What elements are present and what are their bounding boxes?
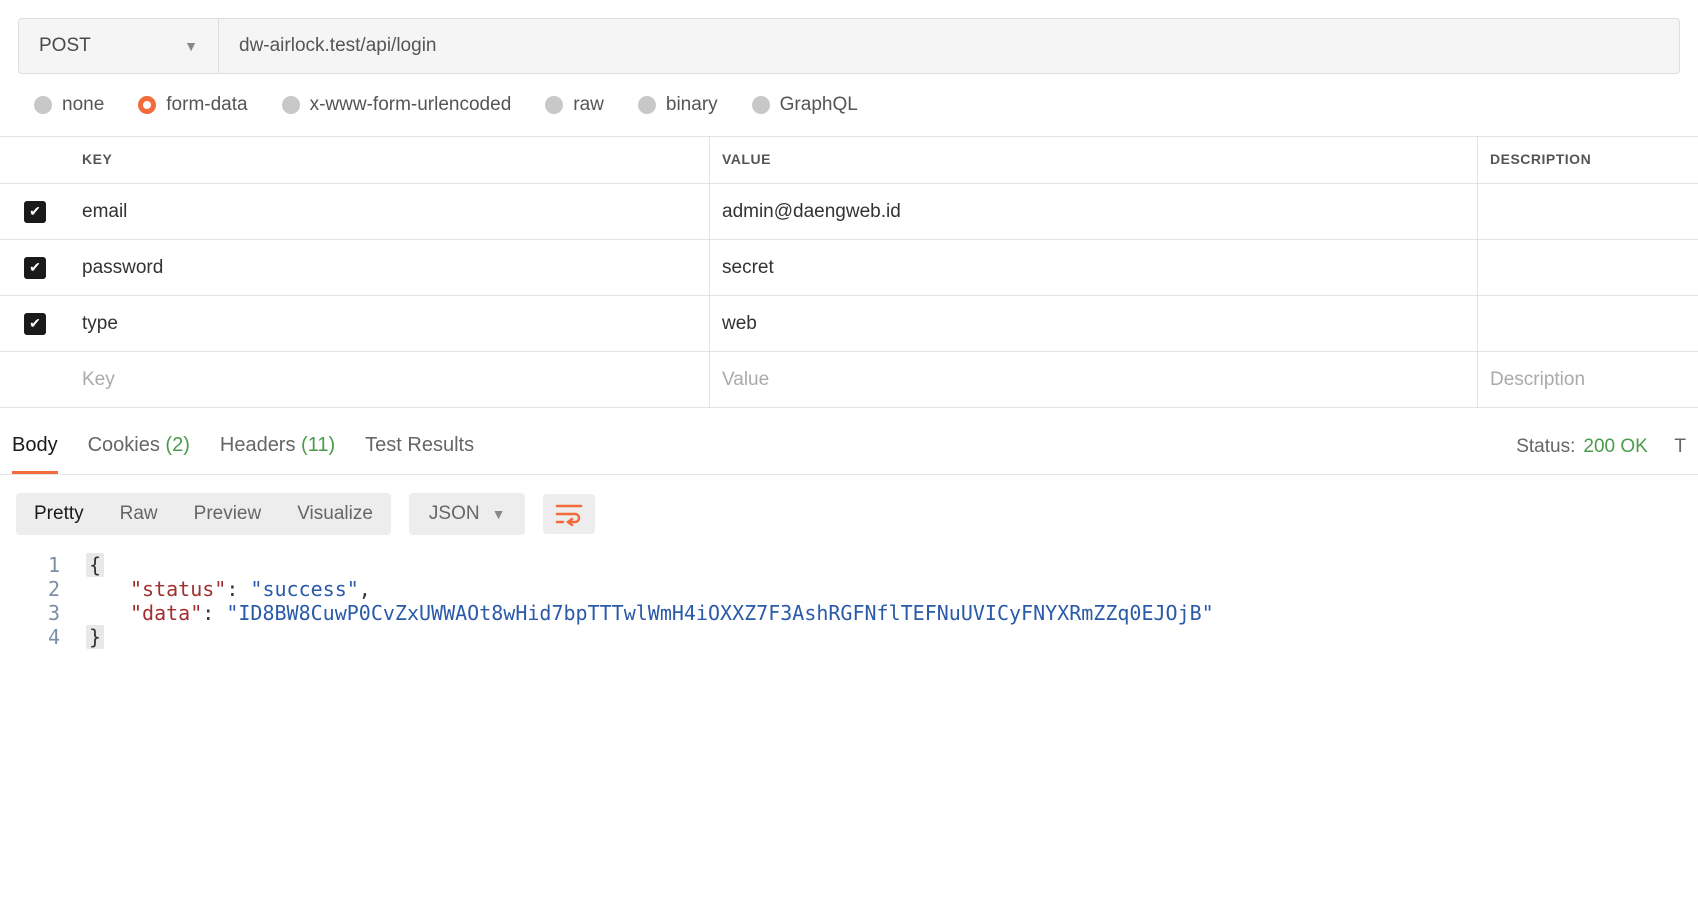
- key-placeholder[interactable]: Key: [70, 352, 710, 407]
- checkbox-icon[interactable]: ✔: [24, 313, 46, 335]
- checkbox-icon[interactable]: ✔: [24, 257, 46, 279]
- header-value: VALUE: [722, 151, 771, 167]
- response-body[interactable]: 1{2"status": "success",3"data": "ID8BW8C…: [0, 553, 1698, 669]
- body-type-raw[interactable]: raw: [545, 94, 604, 116]
- radio-icon: [638, 96, 656, 114]
- param-value[interactable]: admin@daengweb.id: [710, 184, 1478, 239]
- method-select[interactable]: POST ▼: [19, 19, 219, 73]
- radio-label: x-www-form-urlencoded: [310, 94, 512, 116]
- tab-cookies[interactable]: Cookies (2): [88, 430, 190, 474]
- format-select[interactable]: JSON ▼: [409, 493, 526, 535]
- param-desc[interactable]: [1478, 240, 1698, 295]
- desc-placeholder[interactable]: Description: [1478, 352, 1698, 407]
- param-key[interactable]: email: [70, 184, 710, 239]
- view-mode-pretty[interactable]: Pretty: [16, 493, 102, 535]
- request-bar: POST ▼: [18, 18, 1680, 74]
- radio-icon: [138, 96, 156, 114]
- code-line: 1{: [16, 553, 1682, 577]
- params-row[interactable]: ✔ type web: [0, 296, 1698, 352]
- header-key: KEY: [82, 151, 112, 167]
- radio-label: GraphQL: [780, 94, 858, 116]
- url-input[interactable]: [219, 19, 1679, 73]
- params-header-row: KEY VALUE DESCRIPTION: [0, 137, 1698, 184]
- param-desc[interactable]: [1478, 296, 1698, 351]
- body-type-GraphQL[interactable]: GraphQL: [752, 94, 858, 116]
- tab-headers[interactable]: Headers (11): [220, 430, 335, 474]
- param-key[interactable]: password: [70, 240, 710, 295]
- view-mode-visualize[interactable]: Visualize: [279, 493, 391, 535]
- body-type-none[interactable]: none: [34, 94, 104, 116]
- code-line: 3"data": "ID8BW8CuwP0CvZxUWWAOt8wHid7bpT…: [16, 601, 1682, 625]
- param-value[interactable]: web: [710, 296, 1478, 351]
- value-placeholder[interactable]: Value: [710, 352, 1478, 407]
- view-mode-raw[interactable]: Raw: [102, 493, 176, 535]
- view-mode-preview[interactable]: Preview: [176, 493, 280, 535]
- radio-icon: [752, 96, 770, 114]
- params-row[interactable]: ✔ password secret: [0, 240, 1698, 296]
- status-area: Status: 200 OK T: [1516, 436, 1686, 468]
- response-tabs: Body Cookies (2) Headers (11) Test Resul…: [0, 416, 1698, 475]
- body-type-x-www-form-urlencoded[interactable]: x-www-form-urlencoded: [282, 94, 512, 116]
- radio-icon: [282, 96, 300, 114]
- code-line: 4}: [16, 625, 1682, 649]
- view-mode-segment: PrettyRawPreviewVisualize: [16, 493, 391, 535]
- status-code: 200 OK: [1583, 436, 1647, 458]
- status-label: Status:: [1516, 436, 1575, 458]
- param-key[interactable]: type: [70, 296, 710, 351]
- radio-label: form-data: [166, 94, 247, 116]
- radio-label: binary: [666, 94, 718, 116]
- response-toolbar: PrettyRawPreviewVisualize JSON ▼: [0, 475, 1698, 553]
- params-row[interactable]: ✔ email admin@daengweb.id: [0, 184, 1698, 240]
- params-row-placeholder[interactable]: Key Value Description: [0, 352, 1698, 408]
- checkbox-icon[interactable]: ✔: [24, 201, 46, 223]
- tab-test-results[interactable]: Test Results: [365, 430, 474, 474]
- radio-icon: [34, 96, 52, 114]
- wrap-icon: [555, 502, 583, 526]
- radio-icon: [545, 96, 563, 114]
- body-type-radios: none form-data x-www-form-urlencoded raw bin…: [0, 74, 1698, 136]
- tab-body[interactable]: Body: [12, 430, 58, 474]
- params-table: KEY VALUE DESCRIPTION ✔ email admin@daen…: [0, 136, 1698, 408]
- body-type-binary[interactable]: binary: [638, 94, 718, 116]
- radio-label: none: [62, 94, 104, 116]
- radio-label: raw: [573, 94, 604, 116]
- chevron-down-icon: ▼: [184, 38, 198, 54]
- param-value[interactable]: secret: [710, 240, 1478, 295]
- status-trail: T: [1674, 436, 1686, 458]
- header-desc: DESCRIPTION: [1490, 151, 1591, 167]
- param-desc[interactable]: [1478, 184, 1698, 239]
- wrap-toggle[interactable]: [543, 494, 595, 534]
- body-type-form-data[interactable]: form-data: [138, 94, 247, 116]
- method-label: POST: [39, 35, 91, 57]
- code-line: 2"status": "success",: [16, 577, 1682, 601]
- chevron-down-icon: ▼: [492, 506, 506, 522]
